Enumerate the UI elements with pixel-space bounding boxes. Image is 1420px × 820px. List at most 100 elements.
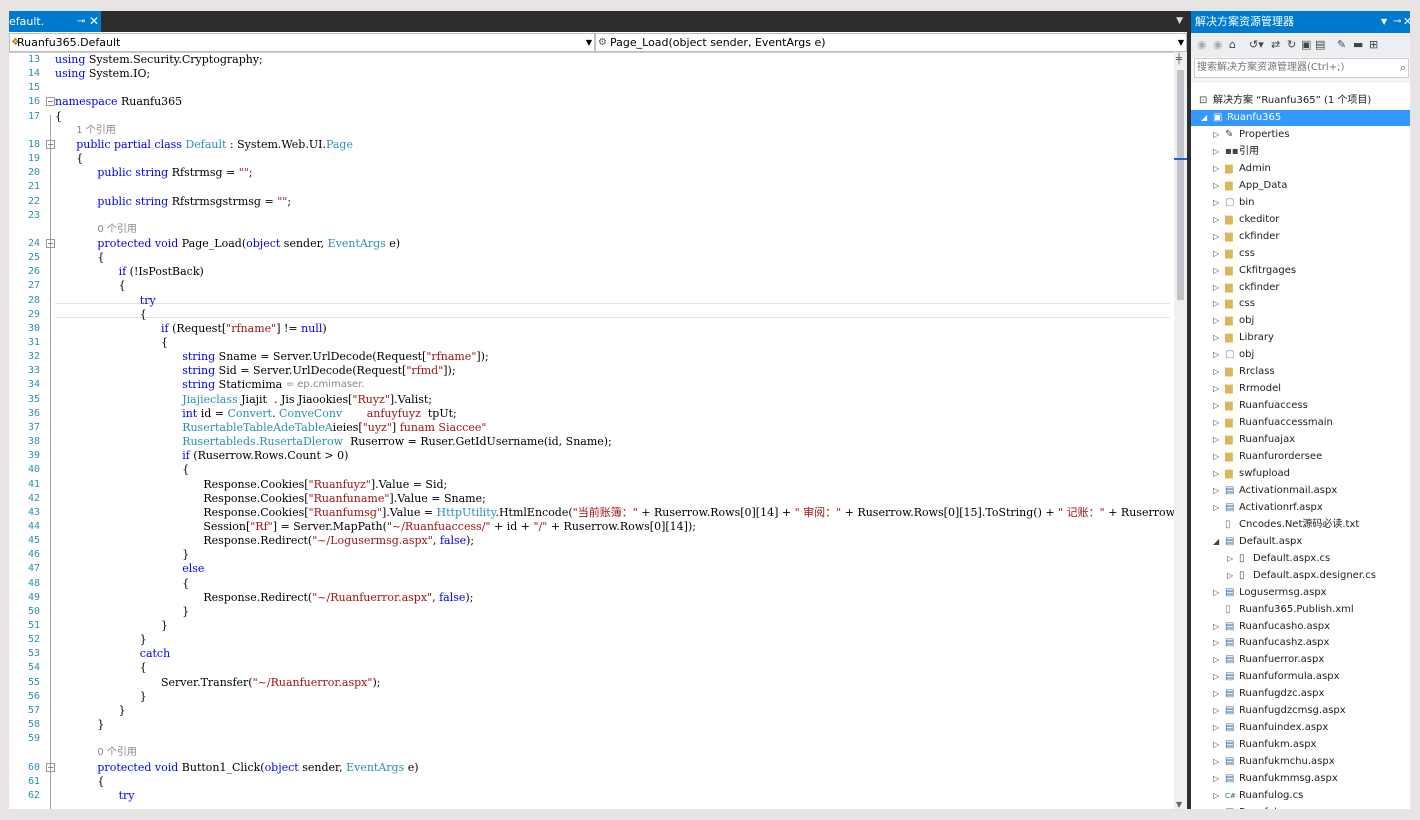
tree-item[interactable]: ▷ ▤ Ruanfuformula.aspx: [1191, 669, 1410, 685]
tree-item[interactable]: ▷ ▆ Ruanfurordersee: [1191, 449, 1410, 465]
code-line[interactable]: 49 Response.Redirect("~/Ruanfuerror.aspx"…: [9, 591, 1174, 605]
expand-arrow-icon[interactable]: ▷: [1213, 381, 1219, 397]
tree-item[interactable]: ▷ ▤ Ruanfugdzc.aspx: [1191, 686, 1410, 702]
tree-item[interactable]: ▷ ▆ ckeditor: [1191, 212, 1410, 228]
code-line[interactable]: 34 string Staticmima = ep.cmimaser.: [9, 378, 1174, 392]
reference-count-link[interactable]: 1 个引用: [76, 124, 116, 138]
expand-arrow-icon[interactable]: ▷: [1213, 246, 1219, 262]
split-handle-icon[interactable]: ╪: [1176, 54, 1182, 65]
expand-arrow-icon[interactable]: ▷: [1213, 263, 1219, 279]
pin-icon[interactable]: ⊸: [77, 11, 85, 32]
tree-item[interactable]: ▷ ▆ obj: [1191, 313, 1410, 329]
tree-item[interactable]: ▷ ▆ swfupload: [1191, 466, 1410, 482]
collapse-outline-icon[interactable]: −: [46, 762, 55, 772]
tree-item[interactable]: ▷ ▤ Ruanfuindex.aspx: [1191, 720, 1410, 736]
code-line[interactable]: 20 public string Rfstrmsg = "";: [9, 166, 1174, 180]
tree-item[interactable]: ▷ ▯ Default.aspx.designer.cs: [1191, 568, 1410, 584]
code-line[interactable]: 18− public partial class Default : System…: [9, 138, 1174, 152]
code-line[interactable]: 59: [9, 732, 1174, 746]
tree-item[interactable]: ▷ ▤ Ruanfukmmsg.aspx: [1191, 771, 1410, 787]
close-icon[interactable]: ✕: [1403, 11, 1410, 33]
expand-arrow-icon[interactable]: ▷: [1227, 568, 1233, 584]
code-line[interactable]: 60− protected void Button1_Click(object s…: [9, 761, 1174, 775]
code-line[interactable]: 42 Response.Cookies["Ruanfuname"].Value =…: [9, 492, 1174, 506]
tree-item[interactable]: ▷ ▯ Default.aspx.cs: [1191, 551, 1410, 567]
code-line[interactable]: 56}: [9, 690, 1174, 704]
expand-arrow-icon[interactable]: ▷: [1213, 720, 1219, 736]
expand-arrow-icon[interactable]: ▷: [1213, 144, 1219, 160]
tree-item[interactable]: ▷ ▤ Ruanfuerror.aspx: [1191, 652, 1410, 668]
code-line[interactable]: 22 public string Rfstrmsgstrmsg = "";: [9, 195, 1174, 209]
code-line[interactable]: 30 if (Request["rfname"] != null): [9, 322, 1174, 336]
code-line[interactable]: 35 Jiajieclass Jiajit . Jis Jiaookies["Ru…: [9, 393, 1174, 407]
close-icon[interactable]: ✕: [89, 11, 99, 32]
tree-item[interactable]: ▷ ▆ Rrclass: [1191, 364, 1410, 380]
code-line[interactable]: 53 catch: [9, 647, 1174, 661]
tree-item[interactable]: ▷ ▤ Ruanfugdzcmsg.aspx: [1191, 703, 1410, 719]
tree-item[interactable]: ▷ ▤ Activationrf.aspx: [1191, 500, 1410, 516]
expand-arrow-icon[interactable]: ▷: [1213, 127, 1219, 143]
tree-item[interactable]: ▷ ▤ Ruanfucashz.aspx: [1191, 635, 1410, 651]
tab-list-dropdown-icon[interactable]: ▼: [1176, 11, 1183, 32]
vertical-scrollbar[interactable]: ╪ ▼: [1174, 52, 1187, 809]
auto-hide-pin-icon[interactable]: ⊸: [1393, 11, 1401, 33]
tree-item[interactable]: ▷ ▆ Ruanfuajax: [1191, 432, 1410, 448]
expand-arrow-icon[interactable]: ▷: [1213, 398, 1219, 414]
scroll-down-icon[interactable]: ▼: [1176, 800, 1182, 809]
expand-arrow-icon[interactable]: ▷: [1213, 330, 1219, 346]
solution-node[interactable]: ⊡ 解决方案 “Ruanfu365” (1 个项目): [1191, 93, 1410, 109]
code-line[interactable]: 54 {: [9, 661, 1174, 675]
code-line[interactable]: 29 {: [9, 308, 1174, 322]
class-diagram-icon[interactable]: ⊞: [1369, 38, 1378, 51]
code-line[interactable]: 43 Response.Cookies["Ruanfumsg"].Value = …: [9, 506, 1174, 520]
code-line[interactable]: 46}: [9, 548, 1174, 562]
solution-search-box[interactable]: ⌕: [1194, 58, 1409, 78]
member-dropdown[interactable]: ⚙ Page_Load(object sender, EventArgs e) …: [595, 33, 1187, 52]
code-line[interactable]: 62 try: [9, 789, 1174, 803]
tree-item[interactable]: ▷ ▆ Library: [1191, 330, 1410, 346]
code-line[interactable]: 24− protected void Page_Load(object sende…: [9, 237, 1174, 251]
tree-item[interactable]: ▷ ▤ Activationmail.aspx: [1191, 483, 1410, 499]
tree-item[interactable]: ▷ ▤ Ruanfucasho.aspx: [1191, 619, 1410, 635]
expand-arrow-icon[interactable]: ▷: [1213, 449, 1219, 465]
codelens-reference-row[interactable]: 0 个引用: [9, 746, 1174, 760]
properties-wrench-icon[interactable]: ✎: [1337, 38, 1346, 51]
expand-arrow-icon[interactable]: ▷: [1213, 652, 1219, 668]
tree-item[interactable]: ▷ ▆ Ruanfuaccess: [1191, 398, 1410, 414]
back-icon[interactable]: ◉: [1197, 38, 1207, 51]
code-line[interactable]: 16− namespace Ruanfu365: [9, 95, 1174, 109]
expand-arrow-icon[interactable]: ▷: [1213, 212, 1219, 228]
code-line[interactable]: 55 Server.Transfer("~/Ruanfuerror.aspx");: [9, 676, 1174, 690]
code-line[interactable]: 33 string Sid = Server.UrlDecode(Request[…: [9, 364, 1174, 378]
codelens-reference-row[interactable]: 0 个引用: [9, 223, 1174, 237]
chevron-down-icon[interactable]: ▼: [586, 34, 592, 51]
collapse-all-icon[interactable]: ▣: [1301, 38, 1311, 51]
tree-item[interactable]: ▷ C# Ruanfulog.cs: [1191, 788, 1410, 804]
code-line[interactable]: 40 {: [9, 463, 1174, 477]
code-line[interactable]: 25 {: [9, 251, 1174, 265]
code-line[interactable]: 27 {: [9, 279, 1174, 293]
expand-arrow-icon[interactable]: ▷: [1213, 635, 1219, 651]
expand-arrow-icon[interactable]: ▷: [1213, 585, 1219, 601]
collapse-outline-icon[interactable]: −: [46, 97, 55, 107]
refresh-icon[interactable]: ↻: [1287, 38, 1296, 51]
code-line[interactable]: 57}: [9, 704, 1174, 718]
preview-icon[interactable]: ▬: [1353, 38, 1363, 51]
code-line[interactable]: 15: [9, 81, 1174, 95]
tree-item[interactable]: ▷ ▤ Ruanfulrsymsg.aspx: [1191, 805, 1410, 809]
tree-item[interactable]: ▷ ▆ ckfinder: [1191, 229, 1410, 245]
code-line[interactable]: 37 RusertableTableAdeTableAieies["uyz"] f…: [9, 421, 1174, 435]
code-line[interactable]: 21: [9, 180, 1174, 194]
code-line[interactable]: 13 using System.Security.Cryptography;: [9, 53, 1174, 67]
expand-arrow-icon[interactable]: ▷: [1213, 483, 1219, 499]
code-line[interactable]: 26 if (!IsPostBack): [9, 265, 1174, 279]
tree-item[interactable]: ▷ ▤ Logusermsg.aspx: [1191, 585, 1410, 601]
code-line[interactable]: 23: [9, 209, 1174, 223]
expand-arrow-icon[interactable]: ▷: [1213, 161, 1219, 177]
code-line[interactable]: 39 if (Ruserrow.Rows.Count > 0): [9, 449, 1174, 463]
reference-count-link[interactable]: 0 个引用: [97, 223, 137, 237]
expand-arrow-icon[interactable]: ▷: [1213, 466, 1219, 482]
expand-arrow-icon[interactable]: ▷: [1213, 788, 1219, 804]
expand-arrow-icon[interactable]: ▷: [1213, 686, 1219, 702]
code-line[interactable]: 52}: [9, 633, 1174, 647]
